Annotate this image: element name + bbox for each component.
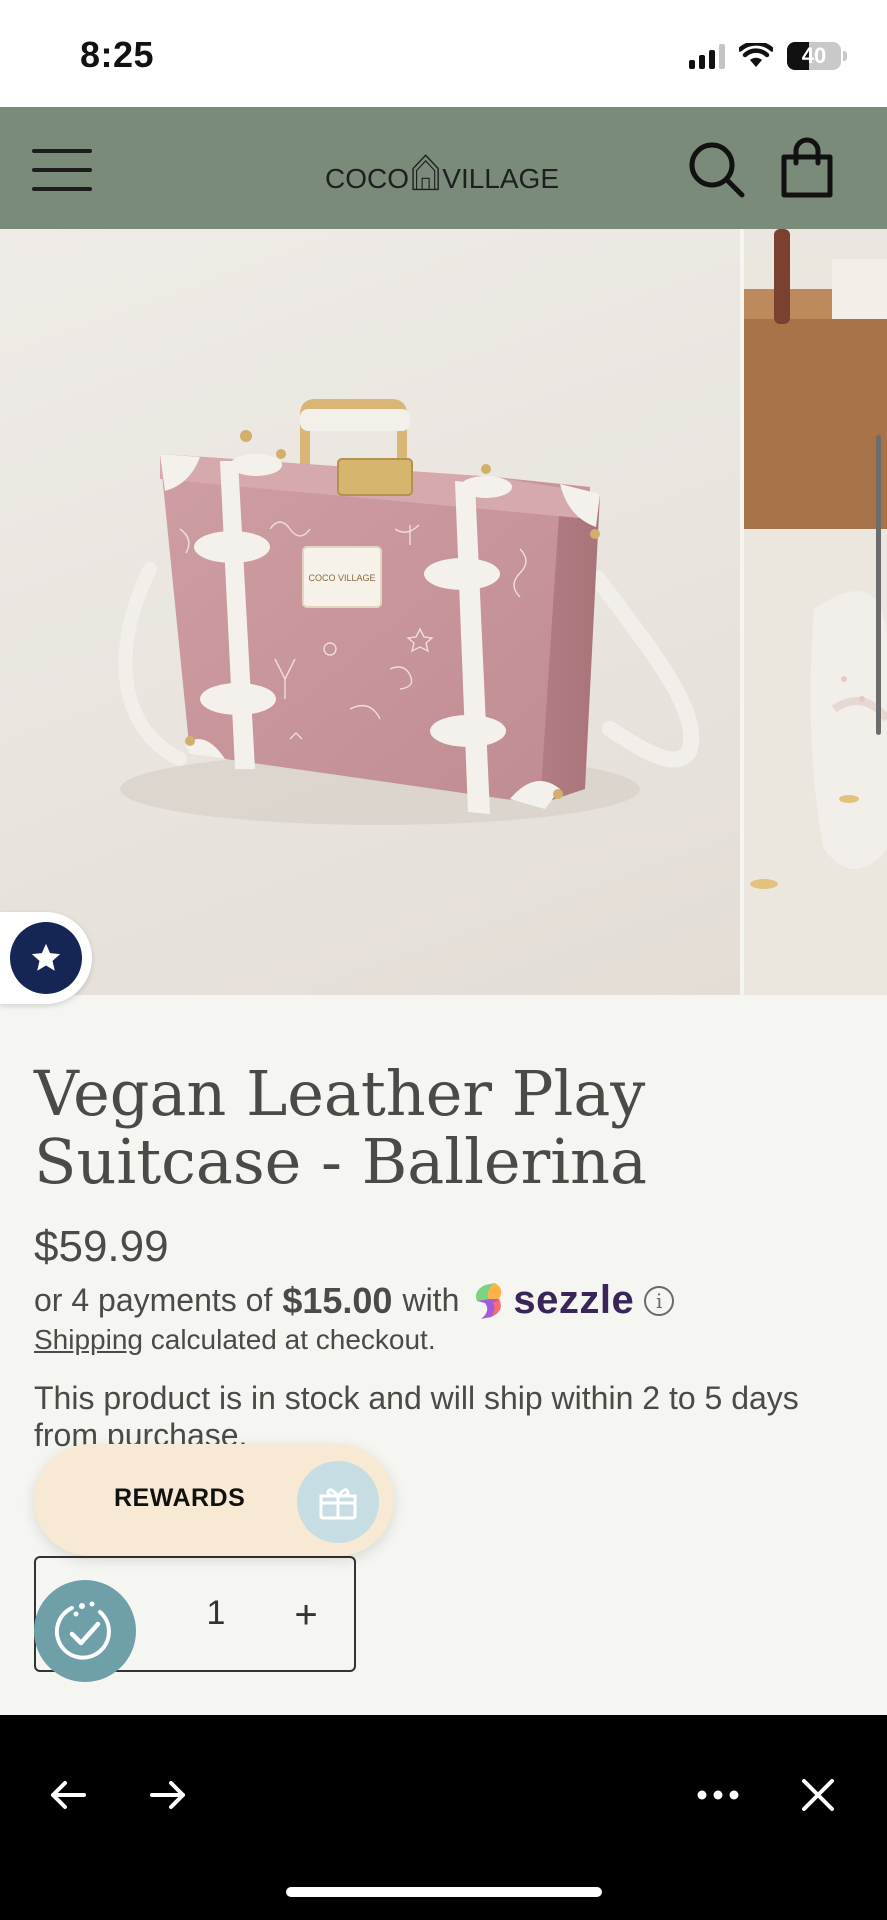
- cellular-signal-icon: [689, 43, 725, 69]
- home-indicator[interactable]: [286, 1887, 602, 1897]
- shipping-link[interactable]: Shipping: [34, 1324, 143, 1355]
- gift-icon: [319, 1488, 357, 1520]
- reviews-badge-button[interactable]: [0, 912, 92, 1004]
- logo-text-left: COCO: [325, 163, 409, 194]
- battery-icon: 40: [787, 42, 841, 70]
- rewards-label: REWARDS: [114, 1484, 246, 1512]
- search-icon[interactable]: [688, 141, 746, 199]
- coco-village-logo[interactable]: COCO VILLAGE: [325, 137, 559, 199]
- shopping-bag-icon[interactable]: [780, 137, 834, 199]
- lifestyle-photo-preview: [744, 229, 887, 995]
- product-image-main[interactable]: COCO VILLAGE: [0, 229, 740, 995]
- rewards-icon-wrap: [297, 1461, 379, 1543]
- more-options-button[interactable]: [688, 1765, 748, 1825]
- status-icons: 40: [689, 38, 847, 74]
- product-image-next[interactable]: [744, 229, 887, 995]
- close-icon: [802, 1779, 834, 1811]
- sezzle-wordmark: sezzle: [513, 1278, 635, 1322]
- battery-level: 40: [801, 43, 827, 68]
- cookie-consent-button[interactable]: [34, 1580, 136, 1682]
- sezzle-logo[interactable]: sezzle: [471, 1278, 634, 1323]
- forward-button[interactable]: [138, 1765, 198, 1825]
- star-icon: [31, 943, 61, 971]
- product-title: Vegan Leather Play Suitcase - Ballerina: [34, 1057, 647, 1198]
- arrow-left-icon: [51, 1781, 86, 1809]
- page-scrollbar[interactable]: [876, 435, 881, 735]
- status-time: 8:25: [80, 34, 155, 75]
- suitcase-photo: COCO VILLAGE: [118, 399, 700, 825]
- hamburger-menu-button[interactable]: [32, 147, 94, 193]
- more-dots-icon: [697, 1790, 739, 1800]
- info-icon[interactable]: i: [644, 1285, 675, 1316]
- quantity-value[interactable]: 1: [186, 1594, 246, 1633]
- cookie-check-icon: [54, 1601, 111, 1660]
- wifi-icon: [739, 43, 773, 67]
- sezzle-mark-icon: [476, 1282, 502, 1319]
- case-badge-text: COCO VILLAGE: [308, 573, 375, 583]
- logo-text-right: VILLAGE: [442, 163, 559, 194]
- installment-amount: $15.00: [282, 1279, 393, 1321]
- product-image-gallery[interactable]: COCO VILLAGE: [0, 229, 887, 995]
- arrow-right-icon: [150, 1781, 185, 1809]
- product-price: $59.99: [34, 1222, 169, 1271]
- sezzle-installments[interactable]: or 4 payments of $15.00 with sezzle i: [34, 1278, 675, 1323]
- stock-message: This product is in stock and will ship w…: [34, 1380, 799, 1452]
- house-logo-icon: [412, 154, 439, 191]
- quantity-increase-button[interactable]: +: [276, 1582, 336, 1648]
- installments-suffix: with: [402, 1282, 460, 1318]
- site-header: COCO VILLAGE: [0, 107, 887, 229]
- shipping-note-text: calculated at checkout.: [142, 1324, 436, 1355]
- shipping-note: Shipping calculated at checkout.: [34, 1324, 436, 1356]
- status-bar: 8:25 40: [0, 0, 887, 107]
- rewards-launcher[interactable]: REWARDS: [34, 1444, 394, 1556]
- reviews-badge-circle: [10, 922, 82, 994]
- battery-cap: [843, 51, 847, 61]
- back-button[interactable]: [38, 1765, 98, 1825]
- close-button[interactable]: [788, 1765, 848, 1825]
- installments-prefix: or 4 payments of: [34, 1282, 273, 1318]
